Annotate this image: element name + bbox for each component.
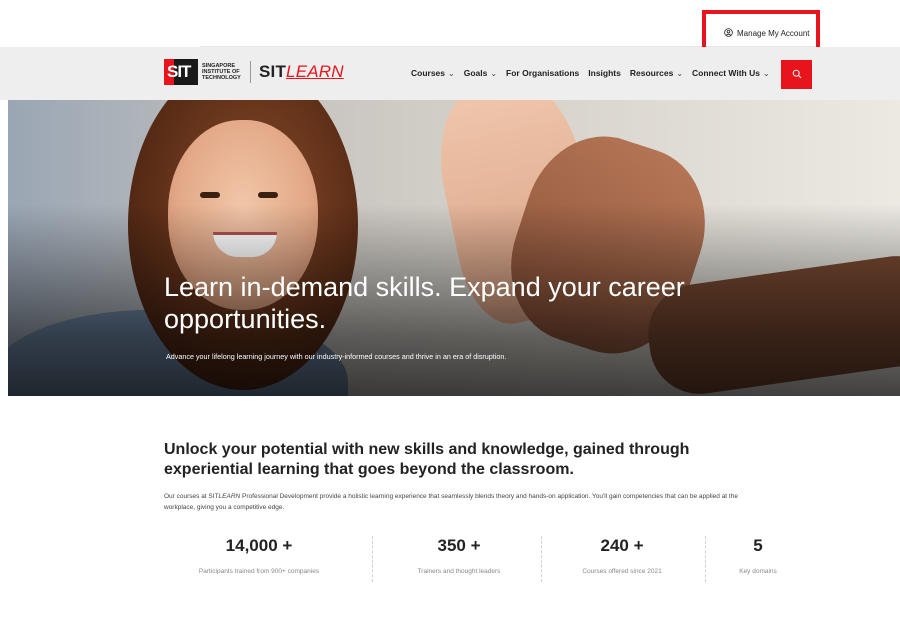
search-button[interactable] bbox=[781, 60, 812, 89]
hero-subtitle: Advance your lifelong learning journey w… bbox=[166, 352, 507, 361]
logo-divider bbox=[250, 61, 251, 83]
stat-divider bbox=[372, 536, 373, 582]
user-circle-icon bbox=[724, 28, 733, 39]
stat-participants: 14,000 + Participants trained from 900+ … bbox=[198, 536, 320, 575]
nav-item-insights[interactable]: Insights bbox=[588, 68, 621, 78]
nav-item-courses[interactable]: Courses ⌄ bbox=[411, 68, 455, 78]
nav-item-resources[interactable]: Resources ⌄ bbox=[630, 68, 683, 78]
stat-courses: 240 + Courses offered since 2021 bbox=[582, 536, 662, 575]
nav-menu: Courses ⌄ Goals ⌄ For Organisations Insigh… bbox=[411, 68, 779, 78]
stats-row: 14,000 + Participants trained from 900+ … bbox=[164, 536, 804, 596]
site-logo[interactable]: SIT SINGAPORE INSTITUTE OF TECHNOLOGY SI… bbox=[164, 59, 344, 85]
intro-paragraph: Our courses at SITLEARN Professional Dev… bbox=[164, 493, 738, 511]
manage-account-label: Manage My Account bbox=[737, 29, 810, 38]
hero-title: Learn in-demand skills. Expand your care… bbox=[164, 272, 685, 334]
chevron-down-icon: ⌄ bbox=[490, 68, 498, 78]
chevron-down-icon: ⌄ bbox=[448, 68, 455, 78]
stat-divider bbox=[705, 536, 706, 582]
sitlearn-wordmark: SITLEARN bbox=[259, 62, 344, 81]
chevron-down-icon: ⌄ bbox=[676, 68, 684, 78]
institute-name: SINGAPORE INSTITUTE OF TECHNOLOGY bbox=[202, 63, 241, 81]
chevron-down-icon: ⌄ bbox=[762, 68, 770, 78]
intro-heading: Unlock your potential with new skills an… bbox=[164, 441, 690, 478]
manage-account-link[interactable]: Manage My Account bbox=[724, 28, 809, 39]
search-icon bbox=[792, 66, 802, 84]
stat-trainers: 350 + Trainers and thought leaders bbox=[417, 536, 501, 575]
stat-divider bbox=[541, 536, 542, 582]
nav-item-for-organisations[interactable]: For Organisations bbox=[506, 68, 579, 78]
nav-item-connect-with-us[interactable]: Connect With Us ⌄ bbox=[692, 68, 770, 78]
nav-item-goals[interactable]: Goals ⌄ bbox=[464, 68, 497, 78]
sit-logo-mark: SIT bbox=[164, 59, 198, 85]
stat-domains: 5 Key domains bbox=[739, 536, 777, 575]
